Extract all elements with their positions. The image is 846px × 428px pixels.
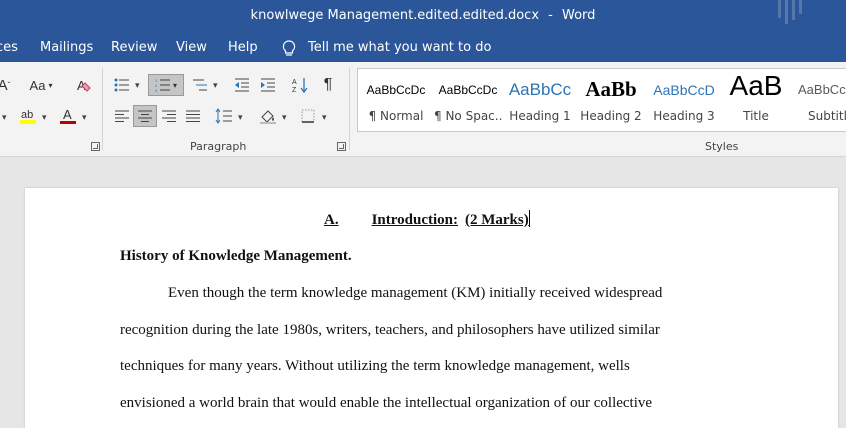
style-preview: AaBbCc bbox=[798, 82, 846, 97]
style-preview: AaBbCcD bbox=[653, 82, 715, 98]
style-heading-2[interactable]: AaBb Heading 2 bbox=[578, 69, 644, 131]
heading-text: Introduction: bbox=[371, 212, 458, 228]
text-highlight-icon[interactable]: ab bbox=[16, 105, 40, 127]
chevron-down-icon[interactable]: ▾ bbox=[238, 112, 243, 123]
chevron-down-icon[interactable]: ▾ bbox=[42, 112, 47, 123]
title-bar: knowlwege Management.edited.edited.docx … bbox=[0, 0, 846, 32]
justify-icon[interactable] bbox=[181, 105, 205, 127]
svg-text:A: A bbox=[292, 79, 297, 86]
style-preview: AaBbCcDc bbox=[438, 83, 498, 97]
style-normal[interactable]: AaBbCcDc ¶ Normal bbox=[362, 69, 430, 131]
font-color-icon[interactable]: A bbox=[56, 105, 80, 127]
style-preview: AaBbCc bbox=[508, 80, 572, 99]
text-cursor bbox=[528, 210, 530, 227]
ribbon: Aˇ Aa ▾ A ▾ ab ▾ A ▾ ▾ 123 ▾ ▾ AZ ¶ ▾ ▾ … bbox=[0, 62, 846, 157]
style-heading-1[interactable]: AaBbCc Heading 1 bbox=[507, 69, 573, 131]
style-heading-3[interactable]: AaBbCcD Heading 3 bbox=[650, 69, 718, 131]
chevron-down-icon[interactable]: ▾ bbox=[82, 112, 87, 123]
tell-me-search[interactable]: Tell me what you want to do bbox=[308, 40, 491, 55]
tab-mailings[interactable]: Mailings bbox=[40, 40, 93, 55]
style-title[interactable]: AaB Title bbox=[722, 69, 790, 131]
sort-icon[interactable]: AZ bbox=[288, 74, 312, 96]
section-heading[interactable]: A. Introduction: (2 Marks) bbox=[324, 210, 530, 229]
heading-letter: A. bbox=[324, 212, 339, 228]
style-no-spacing[interactable]: AaBbCcDc ¶ No Spac... bbox=[434, 69, 502, 131]
title-separator: - bbox=[548, 8, 553, 23]
bullets-icon[interactable] bbox=[110, 74, 134, 96]
group-separator bbox=[349, 68, 350, 150]
svg-text:A: A bbox=[63, 107, 72, 122]
clear-formatting-icon[interactable]: A bbox=[72, 74, 96, 96]
chevron-down-icon[interactable]: ▾ bbox=[282, 112, 287, 123]
chevron-down-icon[interactable]: ▾ bbox=[213, 80, 218, 91]
style-name: ¶ Normal bbox=[368, 109, 424, 123]
style-preview: AaBb bbox=[585, 77, 637, 101]
style-name: Title bbox=[743, 109, 769, 123]
tab-references[interactable]: ces bbox=[0, 40, 18, 55]
numbering-icon[interactable]: 123 ▾ bbox=[148, 74, 184, 96]
svg-text:ab: ab bbox=[21, 109, 33, 121]
ribbon-tabs: ces Mailings Review View Help Tell me wh… bbox=[0, 32, 846, 62]
change-case-label: Aa bbox=[29, 77, 46, 93]
paragraph-line[interactable]: techniques for many years. Without utili… bbox=[120, 358, 630, 375]
decrease-indent-icon[interactable] bbox=[230, 74, 254, 96]
tab-review[interactable]: Review bbox=[111, 40, 157, 55]
font-dialog-launcher-icon[interactable] bbox=[91, 142, 100, 151]
style-subtitle[interactable]: AaBbCc Subtitle bbox=[794, 69, 846, 131]
shading-icon[interactable] bbox=[256, 105, 280, 127]
style-name: Heading 1 bbox=[509, 109, 571, 123]
grow-font-icon[interactable]: Aˇ bbox=[0, 74, 16, 96]
chevron-down-icon[interactable]: ▾ bbox=[322, 112, 327, 123]
document-name: knowlwege Management.edited.edited.docx bbox=[250, 8, 540, 23]
title-decoration-icon bbox=[778, 0, 802, 24]
tab-view[interactable]: View bbox=[176, 40, 207, 55]
app-name: Word bbox=[562, 8, 596, 23]
align-left-icon[interactable] bbox=[110, 105, 134, 127]
style-name: Heading 3 bbox=[653, 109, 715, 123]
show-formatting-marks-icon[interactable]: ¶ bbox=[316, 74, 340, 96]
heading-marks: (2 Marks) bbox=[465, 212, 529, 228]
line-spacing-icon[interactable] bbox=[212, 105, 236, 127]
group-separator bbox=[102, 68, 103, 150]
document-page[interactable]: A. Introduction: (2 Marks) History of Know… bbox=[25, 188, 838, 428]
style-preview: AaB bbox=[729, 70, 783, 101]
chevron-down-icon[interactable]: ▾ bbox=[2, 112, 7, 123]
change-case-button[interactable]: Aa ▾ bbox=[24, 74, 58, 96]
increase-indent-icon[interactable] bbox=[256, 74, 280, 96]
chevron-down-icon: ▾ bbox=[48, 80, 53, 90]
styles-group-label: Styles bbox=[705, 140, 739, 153]
tab-help[interactable]: Help bbox=[228, 40, 258, 55]
paragraph-line[interactable]: recognition during the late 1980s, write… bbox=[120, 322, 660, 339]
lightbulb-icon bbox=[282, 40, 296, 56]
subheading[interactable]: History of Knowledge Management. bbox=[120, 248, 352, 265]
style-name: Subtitle bbox=[808, 109, 846, 123]
window-title: knowlwege Management.edited.edited.docx … bbox=[0, 8, 846, 23]
paragraph-line[interactable]: envisioned a world brain that would enab… bbox=[120, 395, 652, 412]
multilevel-list-icon[interactable] bbox=[188, 74, 212, 96]
styles-gallery: AaBbCcDc ¶ Normal AaBbCcDc ¶ No Spac... … bbox=[357, 68, 846, 132]
style-name: ¶ No Spac... bbox=[434, 109, 502, 123]
paragraph-line[interactable]: Even though the term knowledge managemen… bbox=[168, 285, 662, 302]
style-name: Heading 2 bbox=[580, 109, 642, 123]
align-center-icon[interactable] bbox=[133, 105, 157, 127]
paragraph-group-label: Paragraph bbox=[190, 140, 247, 153]
svg-text:Z: Z bbox=[292, 87, 297, 93]
align-right-icon[interactable] bbox=[157, 105, 181, 127]
paragraph-dialog-launcher-icon[interactable] bbox=[337, 142, 346, 151]
chevron-down-icon[interactable]: ▾ bbox=[135, 80, 140, 91]
svg-text:3: 3 bbox=[155, 88, 158, 92]
style-preview: AaBbCcDc bbox=[366, 83, 426, 97]
borders-icon[interactable] bbox=[296, 105, 320, 127]
